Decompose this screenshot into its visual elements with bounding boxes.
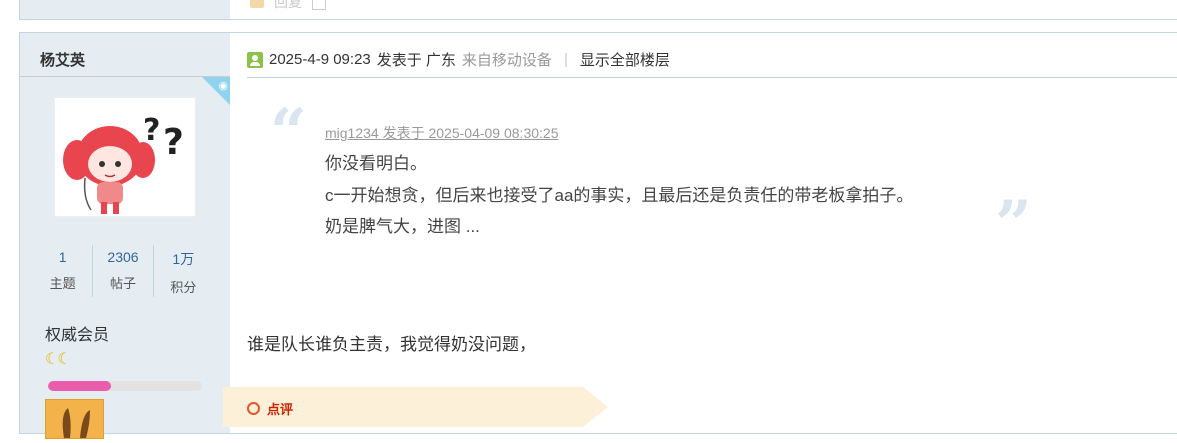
post-meta: 2025-4-9 09:23 发表于 广东 来自移动设备 | 显示全部楼层	[247, 49, 670, 70]
quote-line: c一开始想贪，但后来也接受了aa的事实，且最后还是负责任的带老板拿拍子。	[325, 186, 914, 205]
stat-threads[interactable]: 1 主题	[33, 245, 94, 297]
quote-line: 你没看明白。	[325, 154, 427, 173]
post-datetime: 2025-4-9 09:23	[269, 51, 371, 68]
android-icon: ◉	[218, 80, 228, 92]
stat-posts[interactable]: 2306 帖子	[93, 245, 154, 297]
svg-text:?: ?	[163, 122, 184, 163]
copy-icon[interactable]	[312, 0, 326, 10]
post-body: 谁是队长谁负主责，我觉得奶没问题，	[247, 335, 536, 354]
author-name[interactable]: 杨艾英	[20, 33, 230, 77]
stat-threads-value: 1	[58, 249, 67, 265]
posted-in-location: 发表于 广东	[376, 52, 456, 69]
stat-credits[interactable]: 1万 积分	[154, 245, 213, 297]
reply-link[interactable]: 回复	[274, 0, 302, 12]
from-mobile-device[interactable]: 来自移动设备	[462, 49, 552, 70]
comment-circle-icon	[247, 402, 260, 415]
rank-moon-icons: ☾☾	[45, 351, 72, 368]
online-status-icon	[247, 51, 263, 68]
medal-image	[62, 408, 90, 438]
medal-icon[interactable]	[45, 399, 104, 439]
previous-post-actions: 回复	[250, 0, 326, 12]
author-sidebar: 杨艾英 ◉ ? ? 1 主题 2306 帖子 1万 积分 权威会员 ☾☾	[20, 33, 230, 439]
stat-posts-value: 2306	[107, 249, 139, 265]
close-quote-icon: ”	[995, 187, 1032, 262]
avatar[interactable]: ? ?	[54, 97, 196, 217]
meta-separator: |	[563, 51, 568, 68]
level-progress-fill	[48, 381, 112, 391]
stat-credits-label: 积分	[170, 280, 197, 295]
post-content: 2025-4-9 09:23 发表于 广东 来自移动设备 | 显示全部楼层 “ …	[223, 33, 1177, 433]
stat-credits-value: 1万	[172, 251, 195, 267]
comment-label: 点评	[267, 402, 294, 417]
comment-button[interactable]: 点评	[247, 399, 293, 418]
quote-line: 奶是脾气大，进图 ...	[325, 217, 480, 236]
user-group[interactable]: 权威会员	[45, 321, 109, 345]
meta-divider	[247, 77, 1177, 78]
previous-post-sidebar	[20, 0, 230, 19]
show-all-floors-link[interactable]: 显示全部楼层	[580, 49, 670, 70]
level-progress-bar	[48, 381, 202, 391]
previous-post: 回复	[19, 0, 1177, 20]
open-quote-icon: “	[270, 95, 307, 170]
forum-post: 杨艾英 ◉ ? ? 1 主题 2306 帖子 1万 积分 权威会员 ☾☾ 202…	[19, 32, 1177, 439]
quote-source-link[interactable]: mig1234 发表于 2025-04-09 08:30:25	[325, 123, 558, 143]
avatar-image: ? ?	[55, 98, 195, 216]
author-stats: 1 主题 2306 帖子 1万 积分	[33, 245, 213, 297]
stat-posts-label: 帖子	[109, 276, 136, 291]
stat-threads-label: 主题	[49, 276, 76, 291]
reply-icon[interactable]	[250, 0, 264, 8]
